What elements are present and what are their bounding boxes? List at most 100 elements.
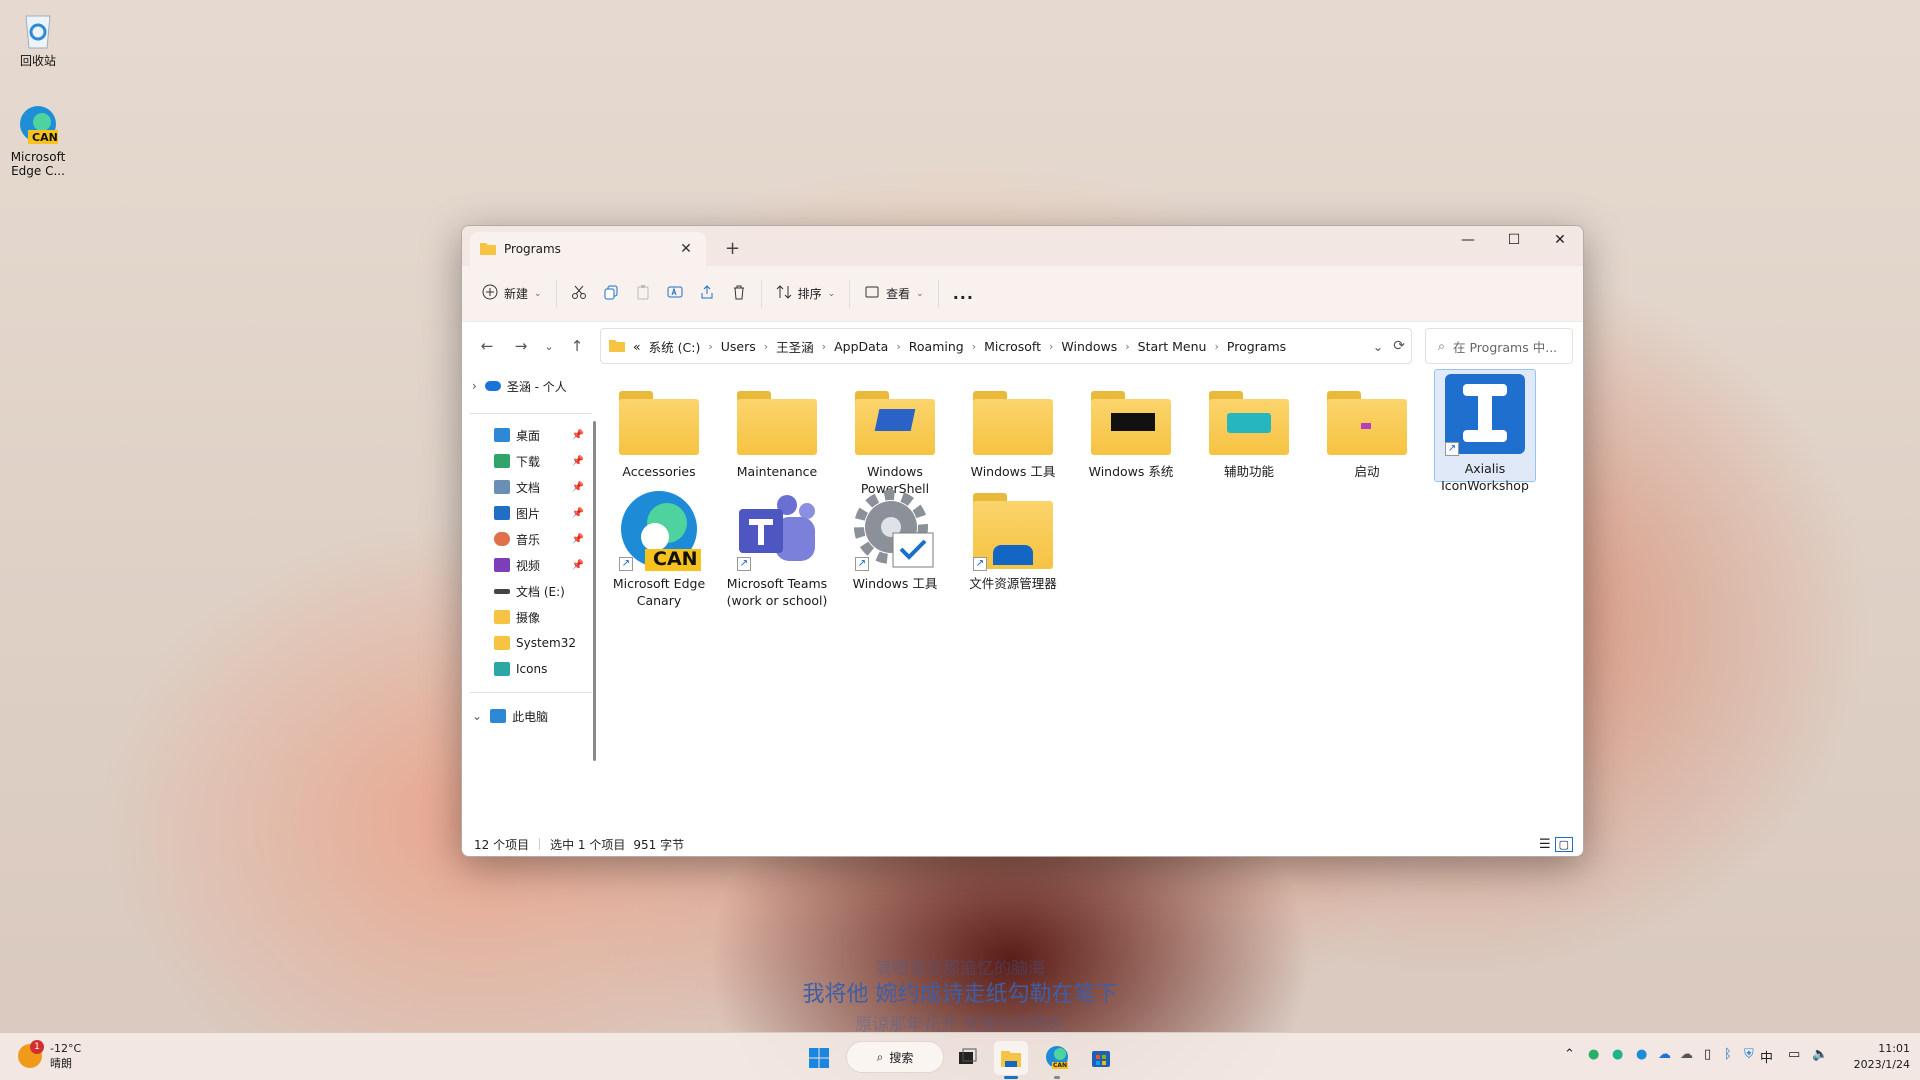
sidebar-item-documents[interactable]: 文档 📌 bbox=[462, 474, 600, 500]
sidebar-item-icons[interactable]: Icons bbox=[462, 656, 600, 682]
close-tab-icon[interactable]: ✕ bbox=[676, 241, 696, 257]
taskbar-search[interactable]: ⌕ 搜索 bbox=[846, 1041, 944, 1073]
usb-drive-icon[interactable]: ▯ bbox=[1704, 1047, 1711, 1062]
sidebar-item-music[interactable]: 音乐 📌 bbox=[462, 526, 600, 552]
sidebar-item-camera[interactable]: 摄像 bbox=[462, 604, 600, 630]
folder-icon bbox=[494, 610, 510, 624]
tab-programs[interactable]: Programs ✕ bbox=[470, 232, 706, 266]
file-explorer-window: Programs ✕ + — ☐ ✕ 新建 ⌄ 排序 ⌄ 查看 ⌄ ... ← … bbox=[461, 225, 1584, 857]
running-indicator bbox=[1054, 1076, 1060, 1079]
sidebar-item-onedrive[interactable]: › 圣涵 - 个人 bbox=[462, 373, 600, 399]
bluetooth-icon[interactable]: ᛒ bbox=[1724, 1047, 1732, 1062]
file-item[interactable]: Windows 系统 bbox=[1080, 377, 1182, 480]
file-item[interactable]: CAN ↗ Microsoft Edge Canary bbox=[608, 489, 710, 609]
file-item[interactable]: Windows 工具 bbox=[962, 377, 1064, 480]
address-bar[interactable]: « 系统 (C:) › Users › 王圣涵 › AppData › Roaming ›… bbox=[600, 328, 1412, 364]
sidebar-item-system32[interactable]: System32 bbox=[462, 630, 600, 656]
file-item[interactable]: Windows PowerShell bbox=[844, 377, 946, 497]
shortcut-arrow-icon: ↗ bbox=[619, 557, 633, 571]
file-item[interactable]: ↗ Windows 工具 bbox=[844, 489, 946, 592]
breadcrumb[interactable]: Programs bbox=[1227, 339, 1286, 354]
breadcrumb[interactable]: Start Menu bbox=[1138, 339, 1207, 354]
breadcrumb[interactable]: 系统 (C:) bbox=[649, 337, 701, 356]
file-item[interactable]: ↗ Microsoft Teams (work or school) bbox=[726, 489, 828, 609]
store-icon bbox=[1092, 1051, 1110, 1067]
breadcrumb-overflow[interactable]: « bbox=[633, 339, 641, 354]
volume-icon[interactable]: 🔈 bbox=[1812, 1047, 1828, 1062]
pin-icon[interactable]: 📌 bbox=[572, 560, 584, 571]
new-tab-button[interactable]: + bbox=[725, 238, 740, 259]
refresh-icon[interactable]: ⟳ bbox=[1393, 338, 1405, 354]
file-item[interactable]: Maintenance bbox=[726, 377, 828, 480]
pin-icon[interactable]: 📌 bbox=[572, 430, 584, 441]
network-icon[interactable]: ▭ bbox=[1788, 1047, 1800, 1062]
task-view-button[interactable] bbox=[950, 1041, 984, 1075]
forward-arrow-icon[interactable]: → bbox=[504, 337, 538, 355]
weather-widget[interactable]: 1 -12°C 晴朗 bbox=[18, 1040, 81, 1071]
file-label: Windows 工具 bbox=[970, 464, 1056, 479]
address-dropdown-icon[interactable]: ⌄ bbox=[1373, 339, 1383, 354]
details-view-icon[interactable]: ☰ bbox=[1539, 837, 1551, 852]
sidebar-item-drive-e[interactable]: 文档 (E:) bbox=[462, 578, 600, 604]
back-arrow-icon[interactable]: ← bbox=[470, 337, 504, 355]
breadcrumb[interactable]: AppData bbox=[834, 339, 888, 354]
rename-button[interactable] bbox=[659, 278, 691, 310]
file-item[interactable]: Accessories bbox=[608, 377, 710, 480]
desktop-icon-edge-canary[interactable]: CAN Microsoft Edge C... bbox=[0, 104, 76, 178]
sidebar-item-videos[interactable]: 视频 📌 bbox=[462, 552, 600, 578]
wechat-icon[interactable]: ● bbox=[1588, 1047, 1599, 1062]
cut-button[interactable] bbox=[563, 278, 595, 310]
sort-button[interactable]: 排序 ⌄ bbox=[768, 278, 844, 310]
recent-locations-chevron-icon[interactable]: ⌄ bbox=[538, 340, 560, 353]
weather-badge: 1 bbox=[30, 1040, 44, 1054]
sidebar-scrollbar[interactable] bbox=[593, 421, 596, 761]
copy-button[interactable] bbox=[595, 278, 627, 310]
share-button[interactable] bbox=[691, 278, 723, 310]
taskbar-microsoft-store[interactable] bbox=[1084, 1041, 1118, 1075]
defender-icon[interactable]: ⛨ bbox=[1744, 1047, 1754, 1062]
breadcrumb[interactable]: Roaming bbox=[909, 339, 964, 354]
close-window-button[interactable]: ✕ bbox=[1537, 226, 1583, 258]
delete-button[interactable] bbox=[723, 278, 755, 310]
show-hidden-icons-chevron-icon[interactable]: ⌃ bbox=[1564, 1047, 1575, 1062]
taskbar-edge-canary[interactable]: CAN bbox=[1040, 1041, 1074, 1079]
breadcrumb[interactable]: Windows bbox=[1061, 339, 1117, 354]
minimize-button[interactable]: — bbox=[1445, 226, 1491, 258]
breadcrumb[interactable]: Users bbox=[721, 339, 756, 354]
wecom-icon[interactable]: ● bbox=[1612, 1047, 1623, 1062]
clock[interactable]: 11:01 2023/1/24 bbox=[1840, 1041, 1910, 1073]
desktop-icon-recycle-bin[interactable]: 回收站 bbox=[0, 8, 76, 68]
maximize-button[interactable]: ☐ bbox=[1491, 226, 1537, 258]
onedrive-personal-icon[interactable]: ☁ bbox=[1680, 1047, 1693, 1062]
pin-icon[interactable]: 📌 bbox=[572, 482, 584, 493]
sidebar-item-desktop[interactable]: 桌面 📌 bbox=[462, 422, 600, 448]
axialis-i-glyph bbox=[1463, 384, 1507, 442]
up-arrow-icon[interactable]: ↑ bbox=[560, 337, 594, 355]
pin-icon[interactable]: 📌 bbox=[572, 508, 584, 519]
paste-button[interactable] bbox=[627, 278, 659, 310]
folder-icon bbox=[494, 636, 510, 650]
sidebar-item-label: 图片 bbox=[516, 506, 541, 521]
view-button[interactable]: 查看 ⌄ bbox=[856, 278, 932, 310]
file-item[interactable]: ↗ 文件资源管理器 bbox=[962, 489, 1064, 592]
more-options-button[interactable]: ... bbox=[945, 278, 982, 310]
taskbar-file-explorer[interactable] bbox=[994, 1041, 1028, 1079]
sidebar-item-this-pc[interactable]: ⌄ 此电脑 bbox=[462, 703, 600, 729]
pin-icon[interactable]: 📌 bbox=[572, 534, 584, 545]
file-item[interactable]: 辅助功能 bbox=[1198, 377, 1300, 480]
ime-indicator[interactable]: 中 bbox=[1760, 1047, 1773, 1066]
pin-icon[interactable]: 📌 bbox=[572, 456, 584, 467]
file-item[interactable]: 启动 bbox=[1316, 377, 1418, 480]
edge-tray-icon[interactable]: ● bbox=[1636, 1047, 1647, 1062]
tiles-view-icon[interactable]: ▢ bbox=[1554, 836, 1573, 852]
breadcrumb[interactable]: 王圣涵 bbox=[776, 337, 814, 356]
sidebar-item-downloads[interactable]: 下载 📌 bbox=[462, 448, 600, 474]
onedrive-icon[interactable]: ☁ bbox=[1658, 1047, 1671, 1062]
sidebar-item-pictures[interactable]: 图片 📌 bbox=[462, 500, 600, 526]
search-input[interactable]: ⌕ 在 Programs 中... bbox=[1425, 328, 1573, 364]
file-item-selected[interactable]: ↗ Axialis IconWorkshop bbox=[1434, 369, 1536, 493]
new-button[interactable]: 新建 ⌄ bbox=[474, 278, 550, 310]
folder-icon bbox=[480, 241, 496, 258]
start-button[interactable] bbox=[802, 1041, 836, 1075]
breadcrumb[interactable]: Microsoft bbox=[984, 339, 1041, 354]
